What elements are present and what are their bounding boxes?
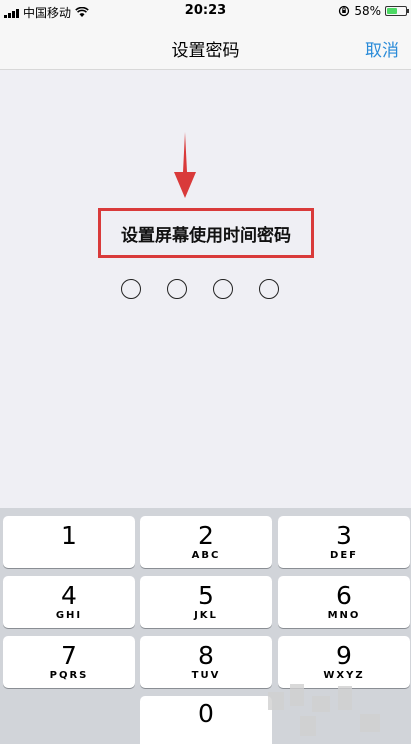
key-letters: ABC bbox=[191, 549, 221, 561]
orientation-lock-icon bbox=[339, 5, 350, 17]
cancel-button[interactable]: 取消 bbox=[365, 36, 399, 61]
watermark-block bbox=[290, 684, 304, 706]
passcode-dot bbox=[167, 279, 187, 299]
prompt-text: 设置屏幕使用时间密码 bbox=[121, 225, 291, 246]
key-2[interactable]: 2 ABC bbox=[140, 516, 272, 568]
key-number: 7 bbox=[61, 640, 77, 670]
key-number: 3 bbox=[336, 520, 352, 550]
passcode-prompt: 设置屏幕使用时间密码 bbox=[98, 208, 314, 258]
key-number: 9 bbox=[336, 640, 352, 670]
annotation-arrow-icon bbox=[174, 132, 196, 198]
key-letters: GHI bbox=[55, 609, 83, 621]
watermark-block bbox=[268, 692, 284, 710]
key-8[interactable]: 8 TUV bbox=[140, 636, 272, 688]
key-6[interactable]: 6 MNO bbox=[278, 576, 410, 628]
key-0[interactable]: 0 bbox=[140, 696, 272, 744]
key-letters: PQRS bbox=[49, 669, 89, 681]
status-right: 58% bbox=[338, 4, 409, 18]
key-number: 6 bbox=[336, 580, 352, 610]
key-number: 8 bbox=[198, 640, 214, 670]
key-letters: WXYZ bbox=[323, 669, 365, 681]
battery-percent: 58% bbox=[354, 4, 381, 18]
key-7[interactable]: 7 PQRS bbox=[3, 636, 135, 688]
key-number: 0 bbox=[198, 698, 214, 728]
key-number: 4 bbox=[61, 580, 77, 610]
key-5[interactable]: 5 JKL bbox=[140, 576, 272, 628]
battery-icon bbox=[385, 6, 409, 16]
watermark-block bbox=[360, 714, 380, 732]
battery-fill bbox=[387, 8, 398, 14]
status-bar: 中国移动 20:23 58% bbox=[0, 0, 411, 24]
passcode-dot bbox=[259, 279, 279, 299]
key-letters: TUV bbox=[191, 669, 221, 681]
page-title: 设置密码 bbox=[171, 41, 240, 61]
key-number: 1 bbox=[61, 520, 77, 550]
key-number: 2 bbox=[198, 520, 214, 550]
watermark-block bbox=[312, 696, 330, 712]
watermark-block bbox=[300, 716, 316, 736]
passcode-dot bbox=[121, 279, 141, 299]
key-letters: MNO bbox=[327, 609, 361, 621]
key-number: 5 bbox=[198, 580, 214, 610]
passcode-dots bbox=[121, 279, 279, 299]
key-9[interactable]: 9 WXYZ bbox=[278, 636, 410, 688]
key-4[interactable]: 4 GHI bbox=[3, 576, 135, 628]
key-3[interactable]: 3 DEF bbox=[278, 516, 410, 568]
key-1[interactable]: 1 bbox=[3, 516, 135, 568]
key-letters: JKL bbox=[194, 609, 218, 621]
watermark-block bbox=[338, 686, 352, 710]
key-letters: DEF bbox=[330, 549, 358, 561]
battery-cap bbox=[407, 9, 409, 13]
passcode-dot bbox=[213, 279, 233, 299]
nav-bar: 设置密码 取消 bbox=[0, 24, 411, 70]
